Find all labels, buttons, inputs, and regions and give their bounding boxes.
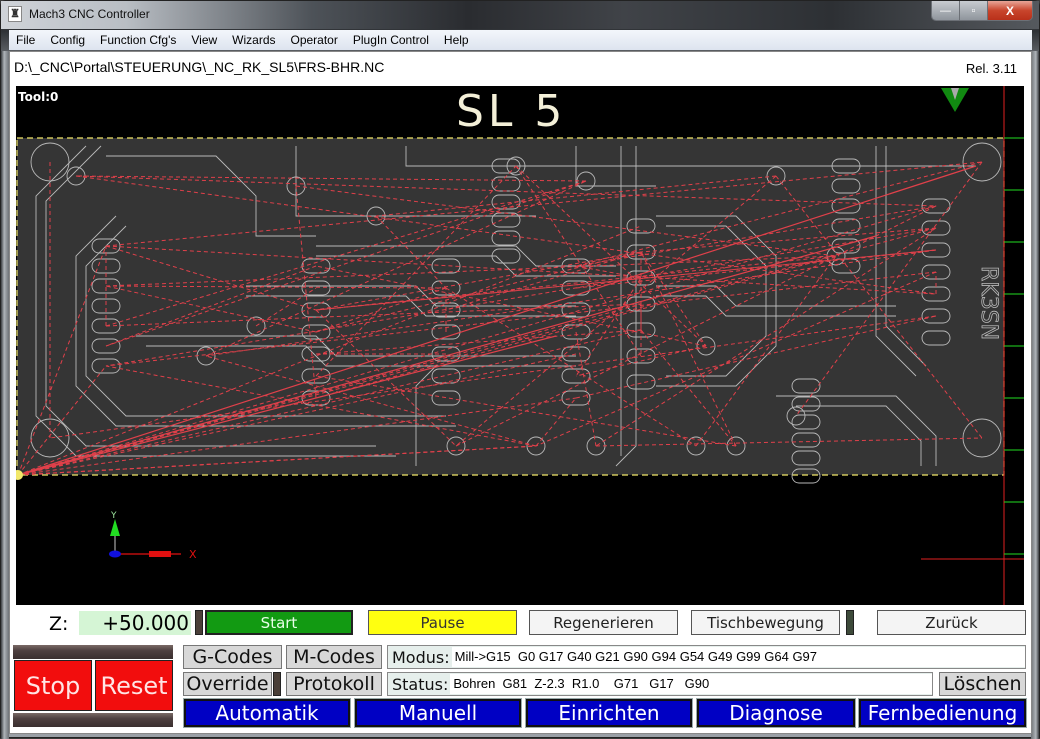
ruler-ticks (1004, 137, 1024, 555)
pause-button[interactable]: Pause (368, 610, 517, 635)
axis-label-x: X (189, 548, 197, 561)
start-button[interactable]: Start (205, 610, 353, 635)
menu-function-cfgs[interactable]: Function Cfg's (98, 32, 178, 48)
status-display: Status: Bohren G81 Z-2.3 R1.0 G71 G17 G9… (387, 672, 933, 696)
status-led-2 (846, 610, 854, 635)
back-button[interactable]: Zurück (877, 610, 1026, 635)
mach3-window: ♜ Mach3 CNC Controller — ▫ X File Config… (0, 0, 1040, 739)
menu-operator[interactable]: Operator (289, 32, 340, 48)
mcodes-button[interactable]: M-Codes (286, 645, 382, 669)
gcodes-button[interactable]: G-Codes (183, 645, 282, 669)
axis-gizmo-icon: Y X (109, 511, 197, 561)
window-controls: — ▫ X (931, 1, 1033, 21)
modus-value: Mill->G15 G0 G17 G40 G21 G90 G94 G54 G49… (451, 647, 1025, 667)
stop-button[interactable]: Stop (14, 660, 92, 711)
menu-wizards[interactable]: Wizards (230, 32, 277, 48)
window-title: Mach3 CNC Controller (29, 7, 150, 21)
toolpath-display[interactable]: Y X RK3SN Tool:0 SL 5 (15, 85, 1025, 606)
title-bar[interactable]: ♜ Mach3 CNC Controller — ▫ X (1, 1, 1039, 29)
toolpath-canvas[interactable]: Y X RK3SN (16, 86, 1025, 606)
minimize-button[interactable]: — (932, 1, 960, 20)
release-version: Rel. 3.11 (965, 61, 1017, 76)
tool-cone-icon (941, 88, 969, 112)
profile-title: SL 5 (456, 86, 567, 137)
tab-fernbedienung[interactable]: Fernbedienung (858, 698, 1027, 728)
status-label: Status: (392, 674, 449, 694)
tab-einrichten[interactable]: Einrichten (525, 698, 693, 728)
reset-button[interactable]: Reset (95, 660, 173, 711)
tool-number: Tool:0 (18, 90, 59, 104)
menu-help[interactable]: Help (442, 32, 471, 48)
override-button[interactable]: Override (183, 672, 272, 696)
menu-file[interactable]: File (14, 32, 37, 48)
axis-label-y: Y (110, 511, 117, 521)
stop-reset-top-bar (13, 645, 173, 659)
main-screen: D:\_CNC\Portal\STEUERUNG\_NC_RK_SL5\FRS-… (9, 51, 1032, 734)
status-led-1 (195, 610, 203, 635)
menu-config[interactable]: Config (48, 32, 87, 48)
z-axis-row: Z: +50.000 Start Pause Regenerieren Tisc… (15, 608, 1026, 636)
regenerate-button[interactable]: Regenerieren (529, 610, 678, 635)
clear-button[interactable]: Löschen (939, 672, 1026, 696)
menu-view[interactable]: View (189, 32, 219, 48)
window-frame-left (1, 51, 9, 739)
menu-bar: File Config Function Cfg's View Wizards … (9, 30, 1032, 50)
tab-automatik[interactable]: Automatik (183, 698, 351, 728)
tab-manuell[interactable]: Manuell (354, 698, 522, 728)
z-axis-dro[interactable]: +50.000 (79, 611, 191, 635)
maximize-button[interactable]: ▫ (960, 1, 988, 20)
protocol-button[interactable]: Protokoll (286, 672, 382, 696)
file-path: D:\_CNC\Portal\STEUERUNG\_NC_RK_SL5\FRS-… (14, 59, 385, 75)
modus-display: Modus: Mill->G15 G0 G17 G40 G21 G90 G94 … (387, 645, 1026, 669)
tab-diagnose[interactable]: Diagnose (696, 698, 856, 728)
board-text: RK3SN (976, 266, 1001, 340)
window-frame-right (1031, 51, 1039, 739)
override-led (273, 672, 281, 696)
mach3-app-icon[interactable]: ♜ (8, 6, 22, 22)
close-button[interactable]: X (988, 1, 1032, 20)
status-value: Bohren G81 Z-2.3 R1.0 G71 G17 G90 (450, 674, 932, 694)
table-move-button[interactable]: Tischbewegung (691, 610, 840, 635)
z-axis-label: Z: (49, 613, 69, 635)
menu-plugin-control[interactable]: PlugIn Control (351, 32, 431, 48)
modus-label: Modus: (392, 647, 450, 667)
stop-reset-bottom-bar (13, 713, 173, 727)
